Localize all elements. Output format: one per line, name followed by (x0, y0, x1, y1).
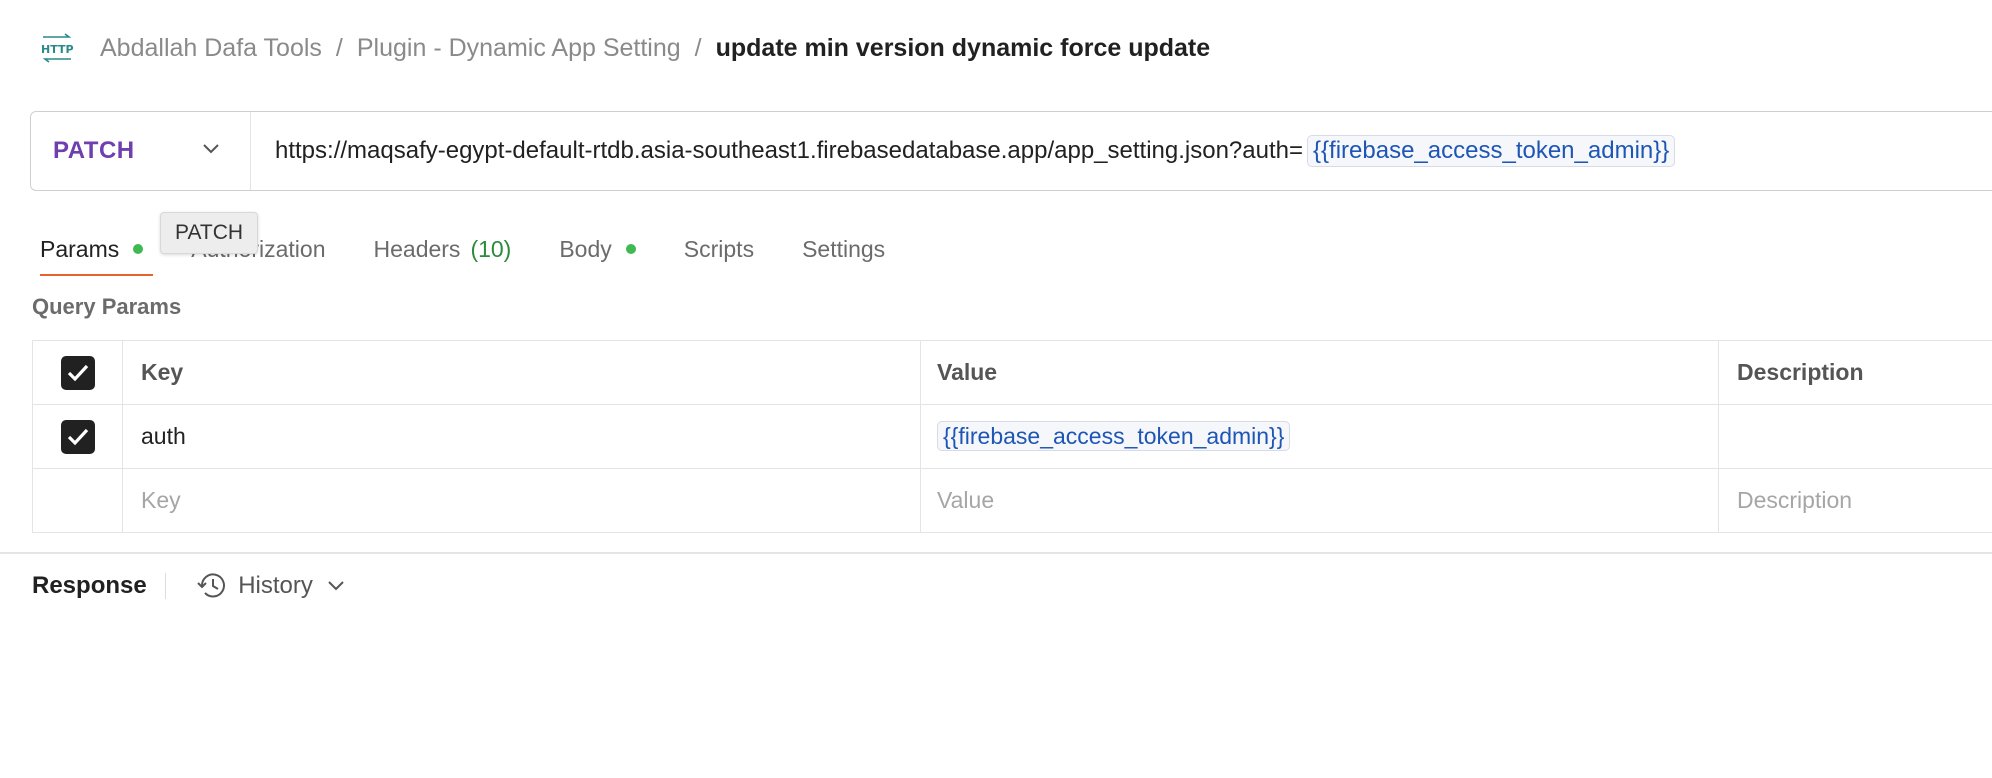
panel-divider[interactable] (0, 552, 1992, 554)
breadcrumb: HTTP Abdallah Dafa Tools / Plugin - Dyna… (40, 28, 1210, 68)
method-tooltip: PATCH (160, 212, 259, 254)
select-all-checkbox[interactable] (60, 355, 95, 390)
chevron-down-icon (202, 142, 220, 160)
param-key-cell[interactable]: auth (122, 404, 921, 469)
query-params-table: Key Value Description auth {{firebase_ac… (32, 340, 1992, 533)
request-url-bar: PATCH https://maqsafy-egypt-default-rtdb… (30, 111, 1992, 191)
row-check-cell-empty (32, 468, 123, 533)
param-key: auth (141, 423, 186, 449)
param-value-cell[interactable]: {{firebase_access_token_admin}} (920, 404, 1719, 469)
response-label: Response (32, 572, 147, 599)
tab-scripts-label: Scripts (683, 235, 755, 262)
tab-params[interactable]: Params (40, 224, 154, 276)
new-description-input[interactable]: Description (1718, 468, 1992, 533)
breadcrumb-separator: / (694, 33, 702, 62)
tab-scripts[interactable]: Scripts (684, 224, 754, 274)
breadcrumb-collection[interactable]: Plugin - Dynamic App Setting (357, 34, 681, 63)
response-bar: Response History (32, 566, 345, 606)
row-check-cell (32, 404, 123, 469)
separator (164, 573, 167, 599)
http-icon: HTTP (40, 31, 74, 65)
new-key-input[interactable]: Key (122, 468, 921, 533)
url-variable[interactable]: {{firebase_access_token_admin}} (1307, 135, 1676, 167)
request-title[interactable]: update min version dynamic force update (716, 34, 1211, 63)
chevron-down-icon (327, 580, 345, 592)
column-header-description: Description (1718, 340, 1992, 405)
tab-body-label: Body (559, 235, 612, 262)
table-header-row: Key Value Description (32, 340, 1992, 405)
tab-body[interactable]: Body (559, 224, 636, 274)
select-all-cell (32, 340, 123, 405)
new-value-input[interactable]: Value (920, 468, 1719, 533)
param-value-variable[interactable]: {{firebase_access_token_admin}} (937, 421, 1291, 451)
tab-params-label: Params (40, 235, 120, 262)
tab-settings-label: Settings (802, 235, 886, 262)
query-params-title: Query Params (32, 294, 182, 319)
method-dropdown[interactable]: PATCH (31, 112, 251, 190)
url-text: https://maqsafy-egypt-default-rtdb.asia-… (275, 137, 1304, 164)
breadcrumb-workspace[interactable]: Abdallah Dafa Tools (100, 34, 322, 63)
svg-text:HTTP: HTTP (41, 43, 74, 56)
param-checkbox[interactable] (60, 419, 95, 454)
url-input[interactable]: https://maqsafy-egypt-default-rtdb.asia-… (275, 135, 1676, 167)
params-status-dot (133, 244, 144, 254)
tab-headers[interactable]: Headers (10) (374, 224, 512, 274)
tab-headers-label: Headers (373, 235, 461, 262)
tab-settings[interactable]: Settings (802, 224, 885, 274)
headers-count: (10) (470, 235, 512, 262)
history-button[interactable]: History (196, 571, 345, 601)
column-header-value: Value (920, 340, 1719, 405)
breadcrumb-separator: / (335, 33, 343, 62)
param-description-cell[interactable] (1718, 404, 1992, 469)
method-label: PATCH (53, 137, 135, 164)
body-status-dot (625, 244, 636, 254)
table-row-empty: Key Value Description (32, 468, 1992, 533)
history-icon (196, 571, 228, 601)
column-header-key: Key (122, 340, 921, 405)
table-row: auth {{firebase_access_token_admin}} (32, 404, 1992, 469)
history-label: History (238, 572, 313, 599)
